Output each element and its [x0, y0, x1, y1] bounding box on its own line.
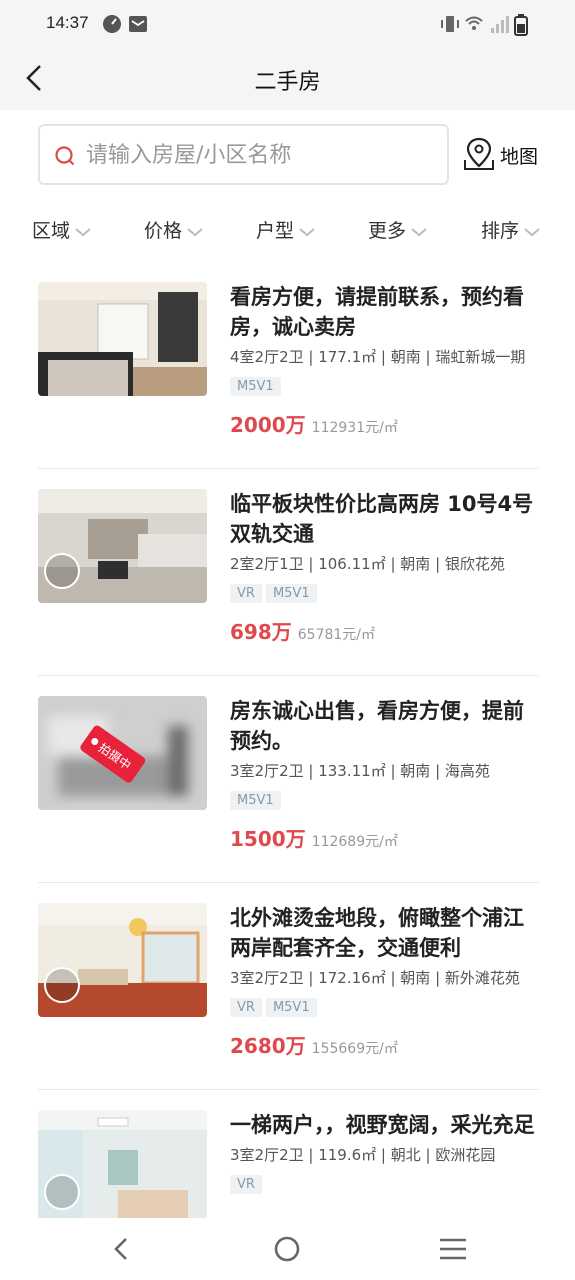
listing-item[interactable]: 一梯两户，，视野宽阔，采光充足 3室2厅2卫 | 119.6㎡ | 朝北 | 欧…: [38, 1090, 539, 1218]
listing-photo: 拍摄中: [38, 696, 207, 810]
search-box[interactable]: [38, 124, 449, 185]
listing-unit-price: 112931元/㎡: [311, 420, 398, 436]
listing-tag: M5V1: [230, 791, 281, 810]
filter-price[interactable]: 价格: [144, 216, 204, 243]
listing-price: 1500万: [230, 827, 306, 851]
listing-unit-price: 155669元/㎡: [311, 1041, 398, 1057]
listing-tag: M5V1: [230, 377, 281, 396]
mail-icon: [129, 16, 147, 32]
listing-tag: VR: [230, 1175, 262, 1194]
listing-photo: [38, 282, 207, 396]
listing-meta: 3室2厅2卫 | 172.16㎡ | 朝南 | 新外滩花苑: [230, 969, 520, 987]
listing-title: 一梯两户，，视野宽阔，采光充足: [230, 1113, 535, 1137]
map-pin-icon: [464, 137, 494, 170]
listing-title: 临平板块性价比高两房 10号4号双轨交通: [230, 492, 534, 546]
wifi-icon: [465, 16, 483, 30]
filter-layout[interactable]: 户型: [256, 216, 316, 243]
listing-price: 2680万: [230, 1034, 306, 1058]
listing-title: 北外滩烫金地段，俯瞰整个浦江两岸配套齐全，交通便利: [230, 906, 524, 960]
chevron-down-icon: [411, 227, 427, 236]
listing-tag: VR: [230, 998, 262, 1017]
vibrate-icon: [441, 16, 459, 32]
nav-menu-icon[interactable]: [436, 1232, 470, 1266]
listing-unit-price: 65781元/㎡: [297, 627, 376, 643]
vr-badge-icon: [44, 1174, 80, 1210]
listing-tag: M5V1: [265, 998, 317, 1017]
listing-tag: VR: [230, 584, 262, 603]
listing-unit-price: 112689元/㎡: [311, 834, 398, 850]
vr-badge-icon: [44, 967, 80, 1003]
nav-back-icon[interactable]: [104, 1232, 138, 1266]
chevron-down-icon: [75, 227, 91, 236]
listing-photo: [38, 489, 207, 603]
filter-bar: 区域 价格 户型 更多 排序: [0, 206, 575, 254]
chevron-down-icon: [299, 227, 315, 236]
title-bar: 二手房: [0, 48, 575, 110]
listing-price: 2000万: [230, 413, 306, 437]
listing-photo: [38, 903, 207, 1017]
chevron-down-icon: [187, 227, 203, 236]
listing-list[interactable]: 看房方便，请提前联系，预约看房，诚心卖房 4室2厅2卫 | 177.1㎡ | 朝…: [0, 262, 575, 1218]
search-icon: [55, 146, 75, 166]
search-input[interactable]: [86, 136, 436, 174]
listing-meta: 3室2厅2卫 | 119.6㎡ | 朝北 | 欧洲花园: [230, 1146, 496, 1164]
status-time: 14:37: [46, 13, 89, 32]
chevron-down-icon: [524, 227, 540, 236]
listing-item[interactable]: 北外滩烫金地段，俯瞰整个浦江两岸配套齐全，交通便利 3室2厅2卫 | 172.1…: [38, 883, 539, 1090]
page-title: 二手房: [254, 70, 321, 95]
battery-icon: [514, 14, 528, 36]
listing-meta: 3室2厅2卫 | 133.11㎡ | 朝南 | 海高苑: [230, 762, 490, 780]
listing-meta: 4室2厅2卫 | 177.1㎡ | 朝南 | 瑞虹新城一期: [230, 348, 526, 366]
listing-photo: [38, 1110, 207, 1218]
filter-sort[interactable]: 排序: [481, 216, 541, 243]
map-button[interactable]: 地图: [462, 136, 546, 176]
listing-item[interactable]: 看房方便，请提前联系，预约看房，诚心卖房 4室2厅2卫 | 177.1㎡ | 朝…: [38, 262, 539, 469]
filter-more[interactable]: 更多: [368, 216, 428, 243]
system-nav-bar: [0, 1218, 575, 1280]
listing-item[interactable]: 临平板块性价比高两房 10号4号双轨交通 2室2厅1卫 | 106.11㎡ | …: [38, 469, 539, 676]
listing-meta: 2室2厅1卫 | 106.11㎡ | 朝南 | 银欣花苑: [230, 555, 505, 573]
signal-icon: [491, 16, 509, 33]
map-label: 地图: [500, 146, 539, 168]
nav-home-icon[interactable]: [270, 1232, 304, 1266]
gauge-icon: [103, 15, 121, 33]
listing-item[interactable]: 拍摄中 房东诚心出售，看房方便，提前预约。 3室2厅2卫 | 133.11㎡ |…: [38, 676, 539, 883]
listing-price: 698万: [230, 620, 292, 644]
listing-title: 看房方便，请提前联系，预约看房，诚心卖房: [230, 285, 524, 339]
vr-badge-icon: [44, 553, 80, 589]
listing-title: 房东诚心出售，看房方便，提前预约。: [230, 699, 524, 753]
status-bar: 14:37: [0, 0, 575, 48]
filter-area[interactable]: 区域: [32, 216, 92, 243]
listing-tag: M5V1: [265, 584, 317, 603]
